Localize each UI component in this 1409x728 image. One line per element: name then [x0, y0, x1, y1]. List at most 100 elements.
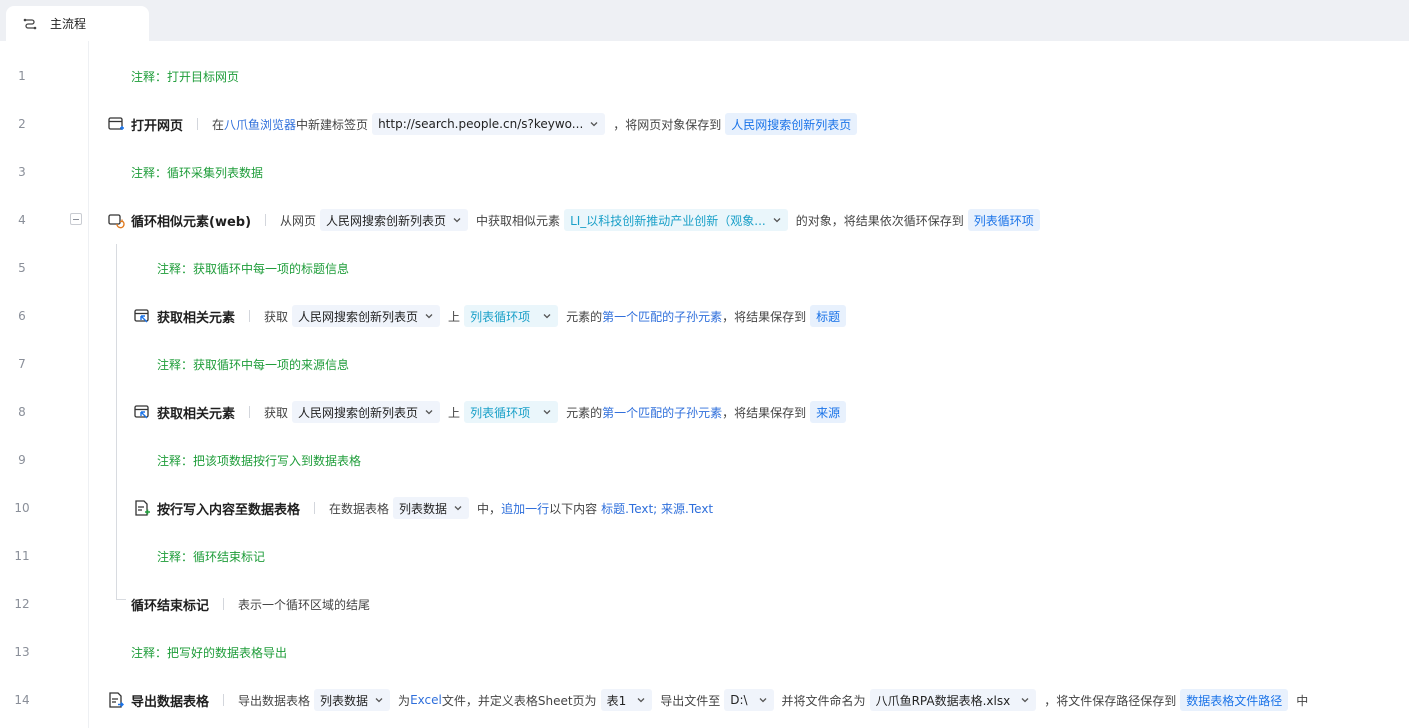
chevron-down-icon [772, 215, 782, 225]
flow-line[interactable]: 14 导出数据表格 导出数据表格 列表数据 为 Excel 文件，并定义表格Sh… [0, 676, 1409, 724]
page-value: 人民网搜索创新列表页 [298, 309, 419, 324]
sheet-value: 表1 [606, 693, 627, 708]
table-dropdown[interactable]: 列表数据 [314, 689, 391, 711]
step-text: 导出文件至 [660, 693, 721, 708]
page-value: 人民网搜索创新列表页 [298, 405, 419, 420]
step-text: 并将文件命名为 [781, 693, 866, 708]
step-text: 获取 [264, 309, 289, 324]
item-dropdown[interactable]: 列表循环项 [464, 305, 559, 327]
flow-icon [23, 17, 37, 31]
flow-line[interactable]: 6 获取相关元素 获取 人民网搜索创新列表页 上 列表循环项 元素的 第一个匹配… [0, 292, 1409, 340]
step-text: 上 [448, 405, 461, 420]
step-text: 为 [398, 693, 411, 708]
browser-link[interactable]: 八爪鱼浏览器 [224, 116, 296, 133]
step-title: 导出数据表格 [131, 694, 210, 710]
url-value: http://search.people.cn/s?keywo... [378, 117, 584, 131]
chevron-down-icon [453, 503, 463, 513]
append-row-link[interactable]: 追加一行 [501, 500, 549, 517]
flow-line[interactable]: 11 注释：循环结束标记 [0, 532, 1409, 580]
comment-text: 注释：循环结束标记 [157, 549, 266, 564]
step-title: 获取相关元素 [157, 310, 236, 326]
flow-line[interactable]: 1 注释：打开目标网页 [0, 52, 1409, 100]
line-number: 2 [18, 117, 26, 131]
page-dropdown[interactable]: 人民网搜索创新列表页 [292, 305, 441, 327]
flow-line[interactable]: 5 注释：获取循环中每一项的标题信息 [0, 244, 1409, 292]
flow-line[interactable]: 13 注释：把写好的数据表格导出 [0, 628, 1409, 676]
filename-value: 八爪鱼RPA数据表格.xlsx [875, 693, 1011, 708]
flow-line[interactable]: 3 注释：循环采集列表数据 [0, 148, 1409, 196]
step-text: 元素的 [566, 309, 603, 324]
tab-bar: 主流程 [0, 0, 1409, 41]
line-number: 4 [18, 213, 26, 227]
comment-text: 注释：获取循环中每一项的标题信息 [157, 261, 350, 276]
line-number: 6 [18, 309, 26, 323]
step-title: 按行写入内容至数据表格 [157, 502, 301, 518]
filename-dropdown[interactable]: 八爪鱼RPA数据表格.xlsx [869, 689, 1037, 711]
step-title: 打开网页 [131, 118, 184, 134]
file-format-link[interactable]: Excel [410, 693, 442, 707]
tab-main-flow[interactable]: 主流程 [6, 6, 149, 41]
element-dropdown[interactable]: LI_以科技创新推动产业创新（观象... [564, 209, 788, 231]
step-text: ，将结果保存到 [722, 309, 807, 324]
page-dropdown[interactable]: 人民网搜索创新列表页 [320, 209, 469, 231]
flow-line[interactable]: 4 循环相似元素(web) 从网页 人民网搜索创新列表页 中获取相似元素 LI_… [0, 196, 1409, 244]
separator [314, 502, 316, 514]
chevron-down-icon [1020, 695, 1030, 705]
step-text: 表示一个循环区域的结尾 [238, 597, 371, 612]
output-variable[interactable]: 人民网搜索创新列表页 [725, 113, 858, 135]
table-value: 列表数据 [320, 693, 369, 708]
export-table-icon [107, 691, 125, 709]
step-text: ，将网页对象保存到 [613, 117, 722, 132]
chevron-down-icon [758, 695, 768, 705]
flow-line[interactable]: 2 打开网页 在 八爪鱼浏览器 中新建标签页 http://search.peo… [0, 100, 1409, 148]
item-value: 列表循环项 [470, 405, 531, 420]
step-text: ，将文件保存路径保存到 [1044, 693, 1177, 708]
step-text: 中， [477, 501, 502, 516]
match-mode-link[interactable]: 第一个匹配的子孙元素 [602, 404, 722, 421]
match-mode-link[interactable]: 第一个匹配的子孙元素 [602, 308, 722, 325]
line-number: 7 [18, 357, 26, 371]
separator [249, 310, 251, 322]
line-number: 12 [14, 597, 30, 611]
step-text: 中新建标签页 [296, 117, 369, 132]
collapse-toggle[interactable] [70, 213, 82, 225]
output-variable[interactable]: 数据表格文件路径 [1180, 689, 1289, 711]
step-title: 循环结束标记 [131, 598, 210, 614]
sheet-dropdown[interactable]: 表1 [600, 689, 653, 711]
output-variable[interactable]: 列表循环项 [967, 209, 1040, 231]
step-text: 以下内容 [549, 501, 598, 516]
step-title: 获取相关元素 [157, 406, 236, 422]
url-dropdown[interactable]: http://search.people.cn/s?keywo... [372, 113, 606, 135]
output-variable[interactable]: 来源 [810, 401, 847, 423]
flow-line[interactable]: 12 循环结束标记 表示一个循环区域的结尾 [0, 580, 1409, 628]
write-table-icon [133, 499, 151, 517]
item-dropdown[interactable]: 列表循环项 [464, 401, 559, 423]
chevron-down-icon [424, 407, 434, 417]
flow-line[interactable]: 9 注释：把该项数据按行写入到数据表格 [0, 436, 1409, 484]
flow-line[interactable]: 10 按行写入内容至数据表格 在数据表格 列表数据 中， 追加一行 以下内容 标… [0, 484, 1409, 532]
line-number: 5 [18, 261, 26, 275]
chevron-down-icon [374, 695, 384, 705]
get-element-icon [133, 307, 151, 325]
output-variable[interactable]: 标题 [810, 305, 847, 327]
chevron-down-icon [589, 119, 599, 129]
comment-text: 注释：打开目标网页 [131, 69, 240, 84]
step-text: 元素的 [566, 405, 603, 420]
line-number: 11 [14, 549, 30, 563]
flow-editor: 1 注释：打开目标网页 2 打开网页 在 八爪鱼浏览器 中新建标签页 http:… [0, 41, 1409, 728]
row-content-value[interactable]: 标题.Text; 来源.Text [601, 500, 713, 517]
directory-dropdown[interactable]: D:\ [724, 689, 774, 711]
open-webpage-icon [107, 115, 125, 133]
element-value: LI_以科技创新推动产业创新（观象... [570, 213, 766, 228]
flow-line[interactable]: 8 获取相关元素 获取 人民网搜索创新列表页 上 列表循环项 元素的 第一个匹配… [0, 388, 1409, 436]
line-number: 1 [18, 69, 26, 83]
page-dropdown[interactable]: 人民网搜索创新列表页 [292, 401, 441, 423]
step-text: 获取 [264, 405, 289, 420]
flow-line[interactable]: 7 注释：获取循环中每一项的来源信息 [0, 340, 1409, 388]
chevron-down-icon [452, 215, 462, 225]
chevron-down-icon [542, 311, 552, 321]
chevron-down-icon [636, 695, 646, 705]
table-dropdown[interactable]: 列表数据 [393, 497, 470, 519]
step-text: ，将结果保存到 [722, 405, 807, 420]
comment-text: 注释：把该项数据按行写入到数据表格 [157, 453, 362, 468]
